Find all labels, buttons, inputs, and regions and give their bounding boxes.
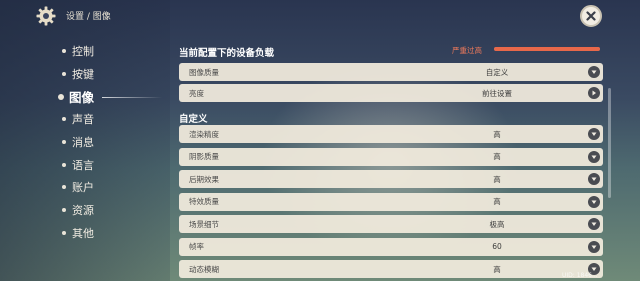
nav-bullet-icon — [62, 162, 66, 167]
setting-label: 亮度 — [189, 88, 204, 98]
sidebar-item[interactable]: 声音 — [62, 108, 152, 131]
sidebar-item-label: 其他 — [72, 226, 94, 240]
setting-value: 前往设置 — [482, 88, 512, 98]
setting-row[interactable]: 阴影质量 高 — [179, 147, 603, 166]
setting-row[interactable]: 场景细节 极高 — [179, 215, 603, 233]
chevron-right-icon[interactable] — [588, 87, 600, 99]
setting-row[interactable]: 动态模糊 高 — [179, 260, 603, 278]
dropdown-arrow-icon[interactable] — [588, 66, 600, 78]
nav-bullet-icon — [62, 230, 66, 235]
sidebar-item[interactable]: 控制 — [62, 40, 152, 63]
active-indicator — [102, 96, 162, 98]
setting-label: 动态模糊 — [189, 264, 219, 274]
dropdown-arrow-icon[interactable] — [588, 218, 600, 230]
sidebar-item-label: 按键 — [72, 68, 94, 82]
setting-value: 高 — [493, 152, 501, 161]
setting-label: 场景细节 — [189, 219, 219, 229]
dropdown-arrow-icon[interactable] — [588, 128, 600, 140]
settings-gear-icon — [36, 6, 56, 26]
device-load-title: 当前配置下的设备负载 — [179, 48, 275, 59]
setting-value: 自定义 — [485, 67, 509, 77]
sidebar-item[interactable]: 按键 — [62, 63, 152, 86]
settings-scrollbar[interactable] — [608, 88, 611, 198]
setting-label: 图像质量 — [189, 67, 219, 77]
sidebar-item-label: 控制 — [72, 45, 94, 59]
setting-label: 帧率 — [189, 242, 204, 251]
setting-value: 高 — [493, 129, 501, 139]
device-load-fill — [494, 47, 600, 51]
setting-row[interactable]: 帧率 60 — [179, 237, 603, 256]
device-load-status: 严重过高 — [452, 46, 482, 55]
setting-row[interactable]: 渲染精度 高 — [179, 125, 603, 143]
close-button[interactable] — [580, 5, 602, 27]
breadcrumb: 设置 / 图像 — [66, 12, 111, 22]
setting-value: 60 — [492, 242, 502, 251]
nav-bullet-icon — [58, 93, 64, 100]
nav-bullet-icon — [62, 72, 66, 77]
dropdown-arrow-icon[interactable] — [588, 150, 600, 163]
sidebar-item-label: 账户 — [72, 181, 94, 195]
setting-row[interactable]: 后期效果 高 — [179, 170, 603, 188]
nav-bullet-icon — [62, 140, 66, 145]
setting-row[interactable]: 亮度 前往设置 — [179, 84, 603, 102]
custom-section-title: 自定义 — [179, 114, 208, 125]
setting-value: 高 — [493, 174, 501, 184]
sidebar-item[interactable]: 资源 — [62, 199, 152, 222]
nav-bullet-icon — [62, 49, 66, 54]
setting-value: 极高 — [489, 219, 505, 229]
sidebar-item-label: 消息 — [72, 136, 94, 150]
setting-label: 阴影质量 — [189, 152, 219, 161]
dropdown-arrow-icon[interactable] — [588, 195, 600, 208]
sidebar-item[interactable]: 图像 — [58, 85, 162, 108]
nav-bullet-icon — [62, 208, 66, 213]
setting-label: 后期效果 — [189, 174, 219, 184]
sidebar-item-label: 资源 — [72, 204, 94, 218]
setting-row[interactable]: 特效质量 高 — [179, 192, 603, 211]
setting-value: 高 — [493, 197, 501, 206]
nav-bullet-icon — [62, 117, 66, 122]
dropdown-arrow-icon[interactable] — [588, 240, 600, 253]
settings-sidebar: 控制按键图像声音消息语言账户资源其他 — [58, 40, 162, 245]
setting-label: 渲染精度 — [189, 129, 219, 139]
sidebar-item[interactable]: 其他 — [62, 222, 152, 245]
sidebar-item[interactable]: 账户 — [62, 176, 152, 199]
sidebar-item[interactable]: 语言 — [62, 153, 152, 176]
uid-label: UID: 1846... — [562, 272, 598, 279]
sidebar-item-label: 图像 — [69, 90, 95, 106]
sidebar-item-label: 声音 — [72, 113, 94, 127]
sidebar-item-label: 语言 — [72, 158, 94, 172]
close-icon — [586, 11, 596, 21]
nav-bullet-icon — [62, 185, 66, 190]
sidebar-item[interactable]: 消息 — [62, 131, 152, 154]
setting-value: 高 — [493, 264, 501, 274]
setting-label: 特效质量 — [189, 197, 219, 206]
device-load-bar — [494, 47, 600, 51]
setting-row[interactable]: 图像质量 自定义 — [179, 63, 603, 81]
dropdown-arrow-icon[interactable] — [588, 173, 600, 185]
